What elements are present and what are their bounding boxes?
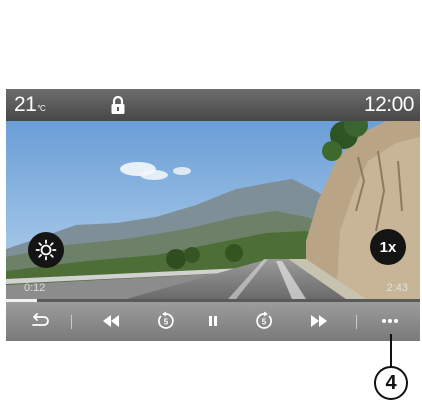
video-player[interactable] — [6, 121, 420, 299]
more-options-icon — [382, 319, 398, 323]
back-button[interactable] — [22, 306, 56, 336]
svg-text:5: 5 — [164, 318, 169, 327]
brightness-icon — [35, 239, 57, 261]
outside-temperature: 21°C — [14, 93, 46, 117]
svg-text:5: 5 — [262, 318, 267, 327]
playback-controls: 5 5 — [6, 302, 420, 341]
fast-forward-icon — [311, 315, 327, 327]
skip-forward-button[interactable]: 5 — [247, 306, 281, 336]
rewind-button[interactable] — [94, 306, 128, 336]
temperature-unit: °C — [37, 104, 46, 113]
separator — [71, 315, 72, 329]
status-bar: 21°C 12:00 — [6, 89, 420, 121]
separator — [356, 315, 357, 329]
media-screen: 21°C 12:00 1x 0:12 2:43 5 5 — [6, 89, 420, 341]
skip-back-button[interactable]: 5 — [149, 306, 183, 336]
more-options-button[interactable] — [373, 306, 407, 336]
callout-marker: 4 — [374, 366, 408, 400]
total-time: 2:43 — [386, 282, 408, 294]
pause-icon — [209, 316, 217, 326]
clock: 12:00 — [363, 93, 415, 116]
brightness-button[interactable] — [28, 232, 64, 268]
video-frame — [6, 121, 420, 299]
fast-forward-button[interactable] — [302, 306, 336, 336]
temperature-value: 21 — [14, 93, 37, 116]
lock-icon — [111, 95, 125, 114]
skip-back-icon: 5 — [158, 311, 174, 329]
playback-speed-button[interactable]: 1x — [370, 229, 406, 265]
skip-forward-icon: 5 — [256, 311, 272, 329]
rewind-icon — [103, 315, 119, 327]
back-icon — [32, 313, 49, 326]
elapsed-time: 0:12 — [24, 282, 46, 294]
callout-line — [390, 334, 392, 367]
pause-button[interactable] — [196, 306, 230, 336]
